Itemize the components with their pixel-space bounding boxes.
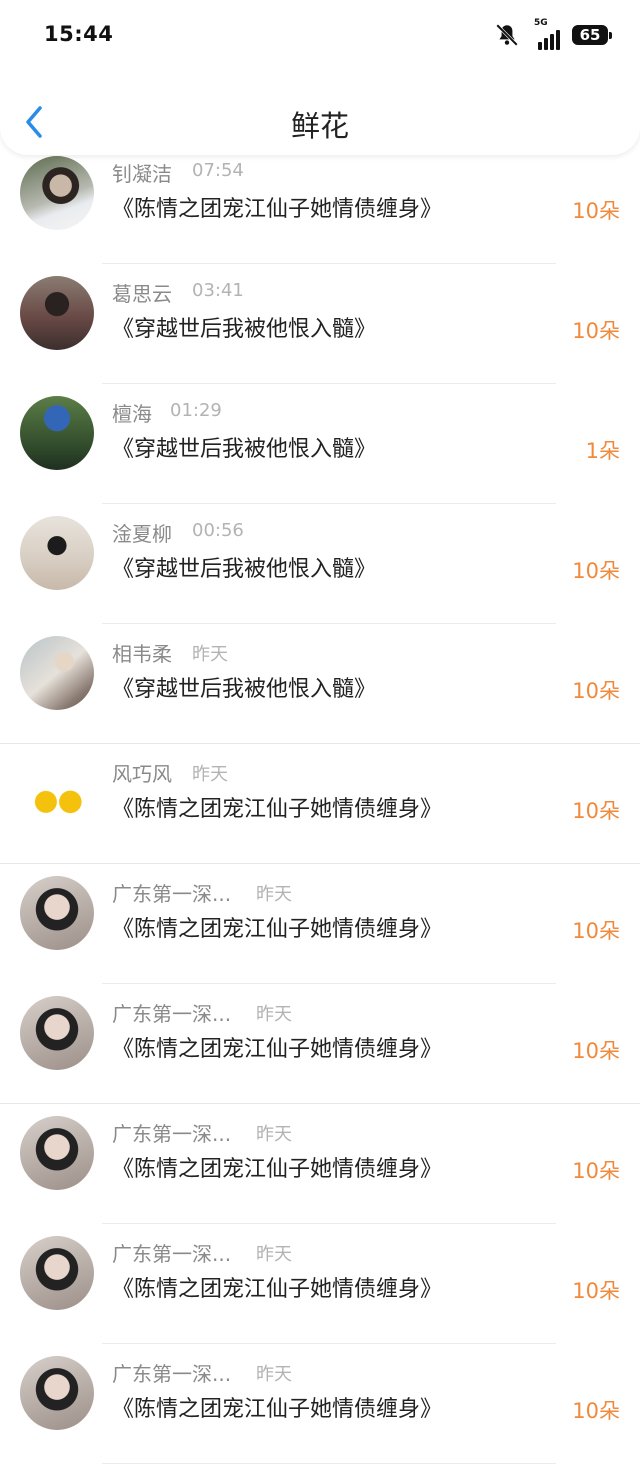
avatar[interactable]	[20, 876, 94, 950]
list-item[interactable]: 相韦柔 昨天《穿越世后我被他恨入髓》 10朵	[0, 624, 640, 744]
user-name: 淦夏柳	[112, 522, 172, 546]
avatar[interactable]	[20, 1356, 94, 1430]
list-item[interactable]: 风巧风 昨天《陈情之团宠江仙子她情债缠身》 10朵	[0, 744, 640, 864]
flower-count: 10朵	[572, 1399, 620, 1423]
gift-time: 昨天	[256, 1124, 292, 1145]
flower-count: 10朵	[572, 559, 620, 583]
user-name: 广东第一深...	[112, 882, 232, 906]
list-item[interactable]: 葛思云 03:41 《穿越世后我被他恨入髓》 10朵	[0, 264, 640, 384]
list-item[interactable]: 檀海 01:29 《穿越世后我被他恨入髓》 1朵	[0, 384, 640, 504]
gift-time: 昨天	[192, 764, 228, 785]
network-type: 5G	[534, 18, 548, 28]
avatar[interactable]	[20, 516, 94, 590]
user-name: 广东第一深...	[112, 1122, 232, 1146]
avatar[interactable]	[20, 156, 94, 230]
gift-time: 03:41	[192, 280, 244, 301]
flower-count: 10朵	[572, 799, 620, 823]
avatar[interactable]	[20, 1116, 94, 1190]
book-title[interactable]: 《穿越世后我被他恨入髓》	[112, 311, 376, 343]
user-name: 广东第一深...	[112, 1362, 232, 1386]
gift-time: 昨天	[256, 1004, 292, 1025]
flower-count: 10朵	[572, 679, 620, 703]
book-title[interactable]: 《陈情之团宠江仙子她情债缠身》	[112, 191, 442, 223]
book-title[interactable]: 《穿越世后我被他恨入髓》	[112, 551, 376, 583]
user-name: 相韦柔	[112, 642, 172, 666]
gift-time: 昨天	[256, 1364, 292, 1385]
list-item[interactable]: 广东第一深... 昨天《陈情之团宠江仙子她情债缠身》 10朵	[0, 864, 640, 984]
user-name: 钊凝洁	[112, 162, 172, 186]
gift-time: 07:54	[192, 160, 244, 181]
gift-time: 昨天	[192, 644, 228, 665]
list-item[interactable]: 广东第一深... 昨天《陈情之团宠江仙子她情债缠身》 10朵	[0, 1104, 640, 1224]
user-name: 葛思云	[112, 282, 172, 306]
book-title[interactable]: 《穿越世后我被他恨入髓》	[112, 431, 376, 463]
list-item[interactable]: 广东第一深... 昨天《陈情之团宠江仙子她情债缠身》 10朵	[0, 1224, 640, 1344]
flower-count: 10朵	[572, 319, 620, 343]
signal-icon: 5G	[534, 18, 560, 50]
book-title[interactable]: 《陈情之团宠江仙子她情债缠身》	[112, 1271, 442, 1303]
flower-count: 10朵	[572, 1159, 620, 1183]
status-icons: 5G 65	[494, 18, 612, 50]
avatar[interactable]	[20, 396, 94, 470]
battery-icon: 65	[572, 25, 612, 45]
list-item[interactable]: 淦夏柳 00:56 《穿越世后我被他恨入髓》 10朵	[0, 504, 640, 624]
avatar[interactable]	[20, 1236, 94, 1310]
avatar[interactable]	[20, 276, 94, 350]
list-item[interactable]: 广东第一深... 昨天《陈情之团宠江仙子她情债缠身》 10朵	[0, 1344, 640, 1464]
avatar[interactable]	[20, 756, 94, 830]
book-title[interactable]: 《陈情之团宠江仙子她情债缠身》	[112, 911, 442, 943]
user-name: 广东第一深...	[112, 1002, 232, 1026]
gift-time: 昨天	[256, 1244, 292, 1265]
book-title[interactable]: 《陈情之团宠江仙子她情债缠身》	[112, 1151, 442, 1183]
user-name: 广东第一深...	[112, 1242, 232, 1266]
flower-count: 10朵	[572, 1279, 620, 1303]
book-title[interactable]: 《陈情之团宠江仙子她情债缠身》	[112, 1031, 442, 1063]
status-time: 15:44	[44, 22, 114, 46]
user-name: 风巧风	[112, 762, 172, 786]
flower-count: 10朵	[572, 919, 620, 943]
avatar[interactable]	[20, 636, 94, 710]
user-name: 檀海	[112, 402, 152, 426]
list-item[interactable]: 钊凝洁 07:54 《陈情之团宠江仙子她情债缠身》 10朵	[0, 144, 640, 264]
flower-record-list: 钊凝洁 07:54 《陈情之团宠江仙子她情债缠身》 10朵 葛思云 03:41 《穿越世后我…	[0, 144, 640, 1464]
top-bar: 15:44 5G 65 鲜花	[0, 0, 640, 155]
book-title[interactable]: 《穿越世后我被他恨入髓》	[112, 671, 376, 703]
list-item[interactable]: 广东第一深... 昨天《陈情之团宠江仙子她情债缠身》 10朵	[0, 984, 640, 1104]
flower-count: 10朵	[572, 1039, 620, 1063]
flower-count: 10朵	[572, 199, 620, 223]
book-title[interactable]: 《陈情之团宠江仙子她情债缠身》	[112, 1391, 442, 1423]
page-title: 鲜花	[290, 109, 349, 143]
bell-muted-icon	[496, 24, 518, 46]
avatar[interactable]	[20, 996, 94, 1070]
battery-level: 65	[579, 26, 601, 44]
flower-count: 1朵	[585, 439, 620, 463]
gift-time: 昨天	[256, 884, 292, 905]
book-title[interactable]: 《陈情之团宠江仙子她情债缠身》	[112, 791, 442, 823]
gift-time: 00:56	[192, 520, 244, 541]
gift-time: 01:29	[170, 400, 222, 421]
